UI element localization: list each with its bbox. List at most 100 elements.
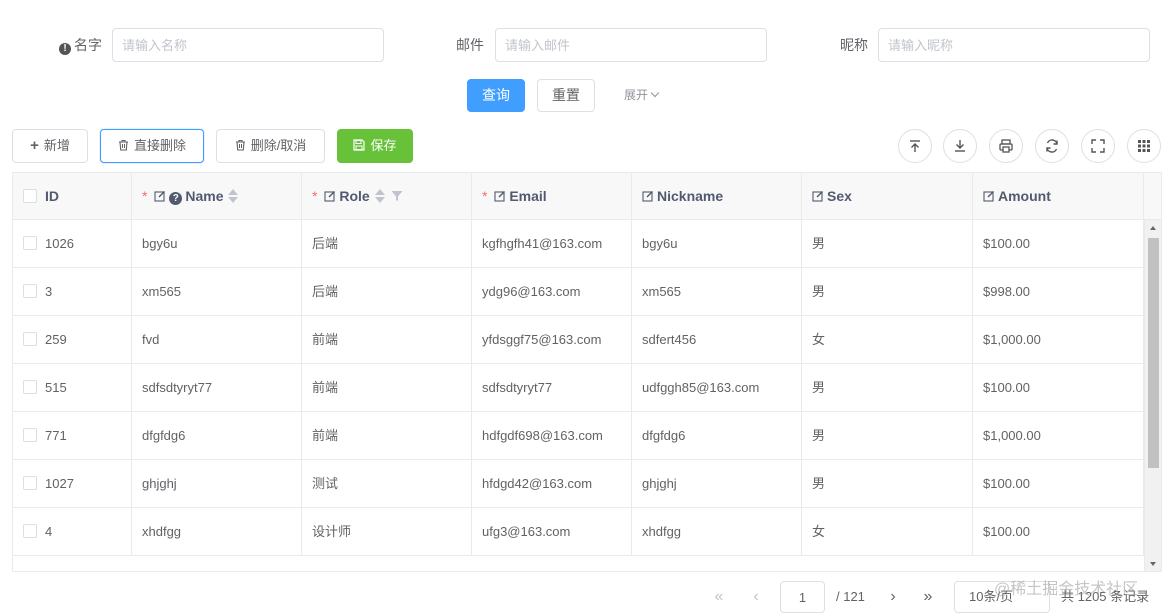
table-row[interactable]: 4 xhdfgg 设计师 ufg3@163.com xhdfgg 女 $100.00 (13, 508, 1145, 556)
row-checkbox[interactable] (23, 380, 37, 394)
row-checkbox[interactable] (23, 428, 37, 442)
cell-name[interactable]: fvd (132, 316, 302, 364)
cell-nickname[interactable]: ghjghj (632, 460, 802, 508)
cell-sex[interactable]: 男 (802, 220, 973, 268)
nickname-input[interactable] (878, 28, 1150, 62)
import-button[interactable] (898, 129, 932, 163)
cell-id[interactable]: 1027 (13, 460, 132, 508)
cell-role[interactable]: 后端 (302, 220, 472, 268)
filter-icon[interactable] (391, 190, 403, 202)
cell-name[interactable]: sdfsdtyryt77 (132, 364, 302, 412)
cell-name[interactable]: bgy6u (132, 220, 302, 268)
cell-amount[interactable]: $998.00 (973, 268, 1144, 316)
cell-nickname[interactable]: xm565 (632, 268, 802, 316)
page-size-select[interactable]: 10条/页 (954, 581, 1050, 613)
row-checkbox[interactable] (23, 524, 37, 538)
scroll-down-icon[interactable] (1150, 562, 1156, 566)
prev-page-icon[interactable]: ‹ (744, 581, 768, 613)
cell-role[interactable]: 前端 (302, 412, 472, 460)
cell-sex[interactable]: 男 (802, 412, 973, 460)
cell-sex[interactable]: 男 (802, 268, 973, 316)
column-header-name[interactable]: * ? Name (132, 173, 302, 220)
select-all-checkbox[interactable] (23, 189, 37, 203)
search-button[interactable]: 查询 (467, 79, 525, 112)
cell-nickname[interactable]: xhdfgg (632, 508, 802, 556)
cell-amount[interactable]: $1,000.00 (973, 316, 1144, 364)
cell-sex[interactable]: 男 (802, 364, 973, 412)
table-row[interactable]: 515 sdfsdtyryt77 前端 sdfsdtyryt77 udfggh85@16… (13, 364, 1145, 412)
cell-sex[interactable]: 女 (802, 508, 973, 556)
fullscreen-button[interactable] (1081, 129, 1115, 163)
cell-role[interactable]: 设计师 (302, 508, 472, 556)
table-scrollbar[interactable] (1144, 220, 1161, 571)
email-input[interactable] (495, 28, 767, 62)
print-button[interactable] (989, 129, 1023, 163)
cell-email[interactable]: yfdsggf75@163.com (472, 316, 632, 364)
cell-id[interactable]: 515 (13, 364, 132, 412)
cell-amount[interactable]: $100.00 (973, 508, 1144, 556)
table-row[interactable]: 3 xm565 后端 ydg96@163.com xm565 男 $998.00 (13, 268, 1145, 316)
row-checkbox[interactable] (23, 236, 37, 250)
column-header-email[interactable]: * Email (472, 173, 632, 220)
table-row[interactable]: 1027 ghjghj 测试 hfdgd42@163.com ghjghj 男 $100.0… (13, 460, 1145, 508)
refresh-button[interactable] (1035, 129, 1069, 163)
first-page-icon[interactable]: « (707, 581, 731, 613)
scroll-up-icon[interactable] (1150, 226, 1156, 230)
expand-link[interactable]: 展开 (624, 79, 660, 112)
cell-amount[interactable]: $100.00 (973, 364, 1144, 412)
column-header-nickname[interactable]: Nickname (632, 173, 802, 220)
cell-id[interactable]: 1026 (13, 220, 132, 268)
cell-name[interactable]: ghjghj (132, 460, 302, 508)
table-row[interactable]: 259 fvd 前端 yfdsggf75@163.com sdfert456 女 $1,00… (13, 316, 1145, 364)
table-row[interactable]: 1026 bgy6u 后端 kgfhgfh41@163.com bgy6u 男 $100.0… (13, 220, 1145, 268)
cell-id[interactable]: 259 (13, 316, 132, 364)
row-checkbox[interactable] (23, 332, 37, 346)
cell-email[interactable]: ydg96@163.com (472, 268, 632, 316)
page-number-input[interactable] (780, 581, 825, 613)
scrollbar-thumb[interactable] (1148, 238, 1159, 468)
cell-email[interactable]: kgfhgfh41@163.com (472, 220, 632, 268)
column-settings-button[interactable] (1127, 129, 1161, 163)
cell-amount[interactable]: $1,000.00 (973, 412, 1144, 460)
cell-sex[interactable]: 男 (802, 460, 973, 508)
cell-amount[interactable]: $100.00 (973, 460, 1144, 508)
reset-button[interactable]: 重置 (537, 79, 595, 112)
cell-sex[interactable]: 女 (802, 316, 973, 364)
cell-name[interactable]: dfgfdg6 (132, 412, 302, 460)
last-page-icon[interactable]: » (916, 581, 940, 613)
cell-id[interactable]: 771 (13, 412, 132, 460)
row-checkbox[interactable] (23, 284, 37, 298)
name-input[interactable] (112, 28, 384, 62)
cell-role[interactable]: 后端 (302, 268, 472, 316)
save-button[interactable]: 保存 (337, 129, 413, 163)
cell-role[interactable]: 测试 (302, 460, 472, 508)
cell-nickname[interactable]: dfgfdg6 (632, 412, 802, 460)
cell-email[interactable]: hfdgd42@163.com (472, 460, 632, 508)
cell-nickname[interactable]: udfggh85@163.com (632, 364, 802, 412)
cell-email[interactable]: ufg3@163.com (472, 508, 632, 556)
cell-nickname[interactable]: bgy6u (632, 220, 802, 268)
sort-icon[interactable] (228, 188, 239, 204)
export-button[interactable] (943, 129, 977, 163)
cell-id[interactable]: 4 (13, 508, 132, 556)
cell-role[interactable]: 前端 (302, 364, 472, 412)
add-button[interactable]: + 新增 (12, 129, 88, 163)
table-row[interactable]: 771 dfgfdg6 前端 hdfgdf698@163.com dfgfdg6 男 $1,… (13, 412, 1145, 460)
cell-nickname[interactable]: sdfert456 (632, 316, 802, 364)
row-checkbox[interactable] (23, 476, 37, 490)
cell-role[interactable]: 前端 (302, 316, 472, 364)
next-page-icon[interactable]: › (881, 581, 905, 613)
sort-icon[interactable] (374, 188, 385, 204)
cell-name[interactable]: xhdfgg (132, 508, 302, 556)
column-header-sex[interactable]: Sex (802, 173, 973, 220)
column-header-role[interactable]: * Role (302, 173, 472, 220)
column-header-amount[interactable]: Amount (973, 173, 1144, 220)
cell-email[interactable]: sdfsdtyryt77 (472, 364, 632, 412)
help-icon[interactable]: ? (169, 192, 183, 205)
direct-delete-button[interactable]: 直接删除 (100, 129, 204, 163)
cell-id[interactable]: 3 (13, 268, 132, 316)
cell-name[interactable]: xm565 (132, 268, 302, 316)
cell-amount[interactable]: $100.00 (973, 220, 1144, 268)
cell-email[interactable]: hdfgdf698@163.com (472, 412, 632, 460)
delete-cancel-button[interactable]: 删除/取消 (216, 129, 325, 163)
